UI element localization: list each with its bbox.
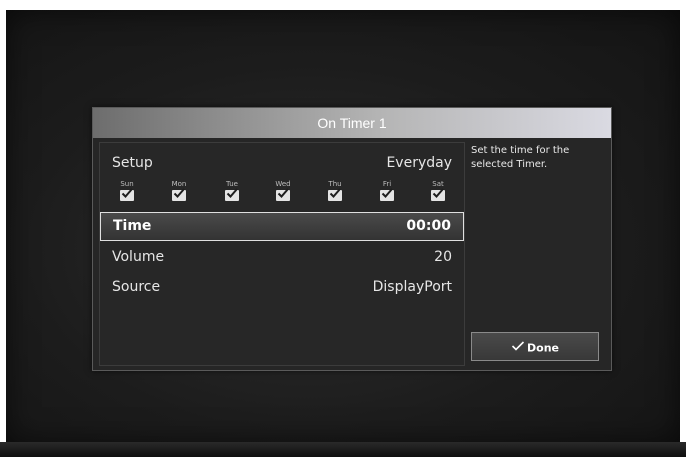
time-row[interactable]: Time 00:00 [100, 212, 464, 241]
checkbox-checked-icon [431, 188, 445, 201]
done-label: Done [527, 341, 559, 355]
day-fri[interactable]: Fri [372, 179, 402, 201]
timer-settings-panel: Setup Everyday Sun Mon Tue Wed Thu Fri S… [99, 142, 465, 366]
done-button[interactable]: Done [471, 332, 599, 361]
setup-row[interactable]: Setup Everyday [100, 149, 464, 177]
day-thu[interactable]: Thu [320, 179, 350, 201]
source-value: DisplayPort [372, 279, 452, 295]
help-text: Set the time for the selected Timer. [471, 145, 570, 170]
dialog-title: On Timer 1 [93, 108, 611, 138]
time-label: Time [113, 218, 152, 234]
setup-label: Setup [112, 155, 153, 171]
checkbox-checked-icon [225, 188, 239, 201]
volume-row[interactable]: Volume 20 [100, 243, 464, 271]
source-label: Source [112, 279, 161, 295]
checkbox-checked-icon [120, 188, 134, 201]
checkbox-checked-icon [172, 188, 186, 201]
day-sun[interactable]: Sun [112, 179, 142, 201]
check-icon [511, 334, 525, 363]
checkbox-checked-icon [328, 188, 342, 201]
volume-value: 20 [434, 249, 452, 265]
setup-value: Everyday [386, 155, 452, 171]
on-timer-dialog: On Timer 1 Setup Everyday Sun Mon Tue We… [92, 107, 612, 371]
checkbox-checked-icon [380, 188, 394, 201]
day-mon[interactable]: Mon [164, 179, 194, 201]
day-tue[interactable]: Tue [217, 179, 247, 201]
day-sat[interactable]: Sat [423, 179, 453, 201]
source-row[interactable]: Source DisplayPort [100, 273, 464, 301]
day-selector: Sun Mon Tue Wed Thu Fri Sat [112, 179, 452, 207]
checkbox-checked-icon [276, 188, 290, 201]
tv-bezel [0, 442, 686, 457]
day-wed[interactable]: Wed [268, 179, 298, 201]
help-panel: Set the time for the selected Timer. Don… [467, 142, 605, 364]
time-value: 00:00 [406, 218, 451, 234]
volume-label: Volume [112, 249, 165, 265]
